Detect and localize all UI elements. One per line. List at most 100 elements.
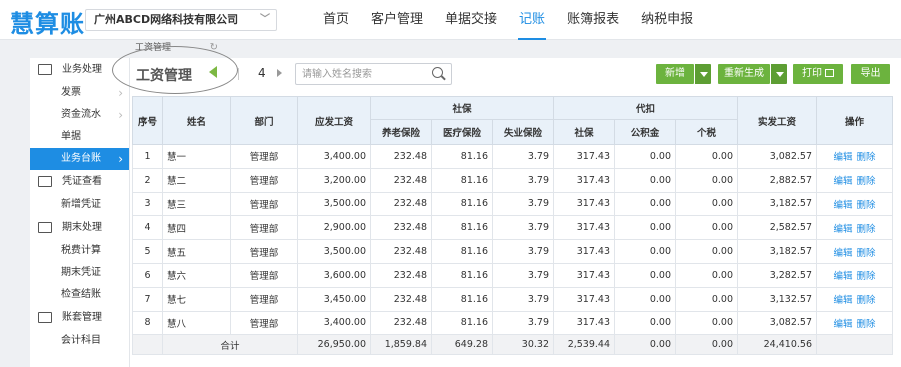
add-button[interactable]: 新增 [656, 64, 694, 84]
cell-income-tax: 0.00 [675, 286, 738, 312]
nav-item[interactable]: 记账 [508, 0, 556, 40]
print-icon [825, 69, 834, 77]
header-medical: 医疗保险 [431, 119, 493, 145]
sidebar-item-label: 单据 [61, 131, 81, 142]
delete-link[interactable]: 删除 [857, 319, 876, 330]
cell-net: 2,882.57 [737, 167, 817, 193]
sidebar-group-label: 业务处理 [62, 64, 102, 75]
sidebar-item[interactable]: 会计科目 [30, 330, 129, 352]
cell-withhold-social: 317.43 [553, 167, 615, 193]
cell-seq: 8 [132, 310, 163, 336]
delete-link[interactable]: 删除 [857, 248, 876, 259]
cell-dept: 管理部 [230, 215, 298, 241]
sidebar-item[interactable]: 业务台账 › [30, 148, 129, 170]
cell-unemployment: 3.79 [492, 262, 554, 288]
cell-withhold-social: 317.43 [553, 262, 615, 288]
header-housing-fund: 公积金 [614, 119, 676, 145]
search-icon[interactable] [432, 67, 443, 78]
cell-pension: 232.48 [370, 215, 432, 241]
export-button[interactable]: 导出 [851, 64, 890, 84]
cell-income-tax: 0.00 [675, 191, 738, 217]
header-seq: 序号 [132, 96, 163, 145]
cell-housing-fund: 0.00 [614, 191, 676, 217]
total-value: 1,859.84 [370, 334, 432, 356]
cell-name: 慧二 [162, 167, 231, 193]
header-income-tax: 个税 [675, 119, 738, 145]
cell-pension: 232.48 [370, 262, 432, 288]
cell-dept: 管理部 [230, 191, 298, 217]
table-row: 7 慧七 管理部 3,450.00 232.48 81.16 3.79 317.43 0.00 0… [132, 286, 893, 312]
sidebar-item[interactable]: 新增凭证 [30, 194, 129, 216]
cell-income-tax: 0.00 [675, 262, 738, 288]
logo[interactable]: 慧算账 [10, 4, 85, 39]
sidebar-item[interactable]: 资金流水 › [30, 104, 129, 126]
cell-pension: 232.48 [370, 286, 432, 312]
total-value: 0.00 [675, 334, 738, 356]
nav-item[interactable]: 客户管理 [360, 0, 434, 40]
delete-link[interactable]: 删除 [857, 176, 876, 187]
prev-page-icon[interactable] [209, 66, 217, 78]
sidebar-item[interactable]: 税费计算 [30, 240, 129, 262]
delete-link[interactable]: 删除 [857, 152, 876, 163]
edit-link[interactable]: 编辑 [833, 248, 852, 259]
edit-link[interactable]: 编辑 [833, 319, 852, 330]
regenerate-button[interactable]: 重新生成 [718, 64, 770, 84]
ledger-icon [38, 64, 52, 75]
card-icon [38, 312, 52, 323]
edit-link[interactable]: 编辑 [833, 152, 852, 163]
sidebar-group-label: 凭证查看 [62, 176, 102, 187]
cell-withhold-social: 317.43 [553, 239, 615, 264]
cell-name: 慧七 [162, 286, 231, 312]
cell-gross: 3,600.00 [297, 262, 371, 288]
nav-item[interactable]: 纳税申报 [630, 0, 704, 40]
cell-dept: 管理部 [230, 144, 298, 169]
cell-housing-fund: 0.00 [614, 262, 676, 288]
next-page-icon[interactable] [277, 69, 282, 77]
nav-item[interactable]: 单据交接 [434, 0, 508, 40]
total-value: 24,410.56 [737, 334, 817, 356]
cell-pension: 232.48 [370, 310, 432, 336]
sidebar-item[interactable]: 检查结账 [30, 284, 129, 306]
cell-ops: 编辑 删除 [816, 144, 893, 169]
delete-link[interactable]: 删除 [857, 224, 876, 235]
edit-link[interactable]: 编辑 [833, 224, 852, 235]
nav-item[interactable]: 首页 [312, 0, 360, 40]
total-value: 2,539.44 [553, 334, 615, 356]
delete-link[interactable]: 删除 [857, 271, 876, 282]
nav-item[interactable]: 账簿报表 [556, 0, 630, 40]
sidebar-item[interactable]: 单据 [30, 126, 129, 148]
edit-link[interactable]: 编辑 [833, 295, 852, 306]
sidebar-group[interactable]: 账套管理 [30, 306, 129, 330]
cell-dept: 管理部 [230, 262, 298, 288]
search-input[interactable] [295, 63, 452, 85]
delete-link[interactable]: 删除 [857, 295, 876, 306]
cell-gross: 3,450.00 [297, 286, 371, 312]
chevron-right-icon: › [118, 108, 123, 122]
sidebar-group[interactable]: 凭证查看 [30, 170, 129, 194]
table-row: 8 慧八 管理部 3,400.00 232.48 81.16 3.79 317.43 0.00 0… [132, 310, 893, 336]
cell-seq: 2 [132, 167, 163, 193]
cell-net: 3,082.57 [737, 310, 817, 336]
cell-income-tax: 0.00 [675, 215, 738, 241]
header-net: 实发工资 [737, 96, 817, 145]
sidebar-group[interactable]: 期末处理 [30, 216, 129, 240]
print-button[interactable]: 打印 [793, 64, 843, 84]
delete-link[interactable]: 删除 [857, 200, 876, 211]
sidebar-item[interactable]: 发票 › [30, 82, 129, 104]
edit-link[interactable]: 编辑 [833, 271, 852, 282]
add-dropdown-button[interactable] [694, 64, 711, 84]
total-row: 合计 26,950.00 1,859.84 649.28 30.32 2,539.44 0.… [132, 334, 893, 356]
table-row: 3 慧三 管理部 3,500.00 232.48 81.16 3.79 317.43 0.00 0… [132, 191, 893, 217]
cell-name: 慧三 [162, 191, 231, 217]
sidebar-item-label: 税费计算 [61, 245, 101, 256]
edit-link[interactable]: 编辑 [833, 200, 852, 211]
header-withhold-social: 社保 [553, 119, 615, 145]
toolbar: 工资管理 4 新增 重新生成 打印 导出 [112, 46, 901, 94]
regenerate-dropdown-button[interactable] [770, 64, 787, 84]
cell-housing-fund: 0.00 [614, 167, 676, 193]
main-nav: 首页 客户管理 单据交接 记账 账簿报表 纳税申报 [312, 0, 704, 40]
company-select[interactable]: 广州ABCD网络科技有限公司 ﹀ [85, 9, 277, 31]
sidebar-item[interactable]: 期末凭证 [30, 262, 129, 284]
sidebar: 业务处理发票 › 资金流水 › 单据业务台账 › 凭证查看新增凭证 期末处理税费计算期末凭证检… [30, 58, 130, 367]
edit-link[interactable]: 编辑 [833, 176, 852, 187]
